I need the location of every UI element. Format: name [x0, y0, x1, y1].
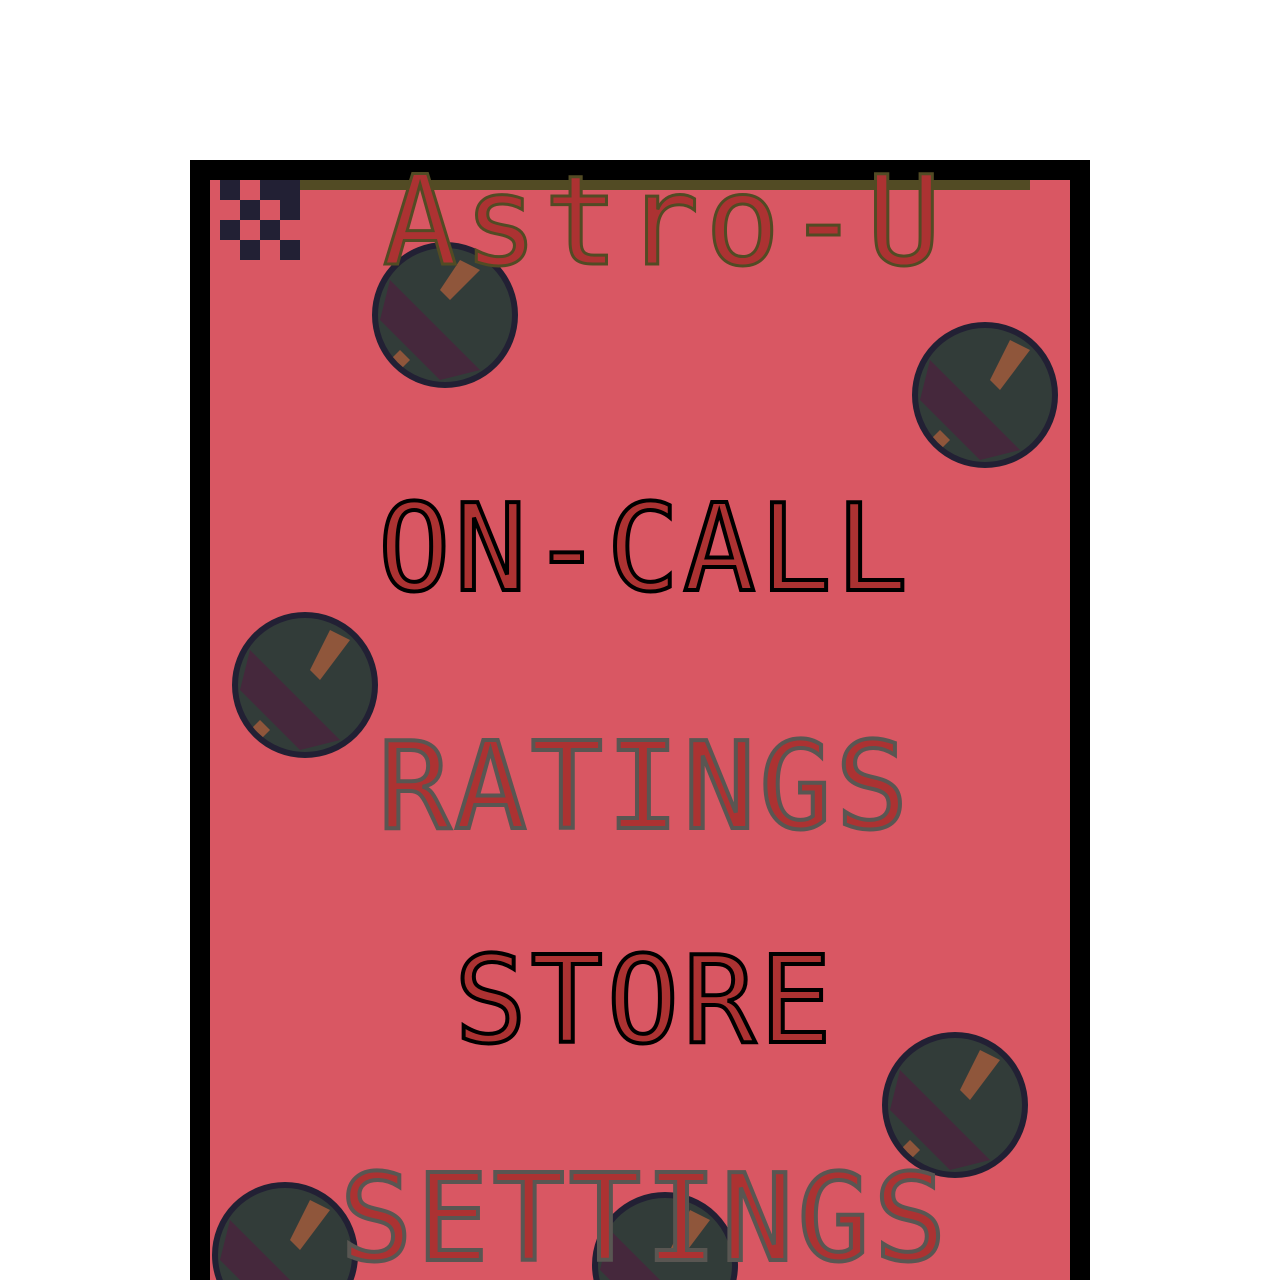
menu-item-store[interactable]: STORE: [330, 940, 960, 1064]
checker-emblem-icon: [220, 180, 300, 260]
planet-ball-icon: [912, 322, 1058, 468]
game-canvas: Astro-U ON-CALL RATINGS STORE SETTINGS: [0, 0, 1280, 1280]
menu-item-ratings[interactable]: RATINGS: [330, 726, 960, 850]
menu-item-on-call[interactable]: ON-CALL: [330, 488, 960, 612]
game-logo: Astro-U: [381, 150, 948, 294]
menu-item-settings[interactable]: SETTINGS: [330, 1158, 960, 1280]
